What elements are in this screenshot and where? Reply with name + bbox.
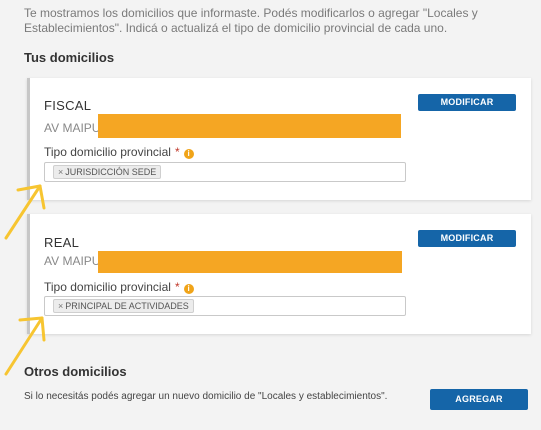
modificar-button[interactable]: MODIFICAR — [418, 94, 516, 111]
card-address: AV MAIPU — [44, 121, 101, 135]
section-title-otros-domicilios: Otros domicilios — [24, 364, 127, 379]
required-mark: * — [174, 280, 180, 294]
redacted-address-block — [98, 251, 402, 273]
info-icon[interactable]: i — [183, 149, 194, 159]
otros-domicilios-description: Si lo necesitás podés agregar un nuevo d… — [24, 391, 388, 402]
address-card-real: REAL AV MAIPU Tipo domicilio provincial *… — [27, 214, 531, 334]
field-label-text: Tipo domicilio provincial — [44, 145, 171, 159]
card-title: FISCAL — [44, 98, 92, 113]
redacted-address-block — [98, 114, 401, 138]
annotation-arrow-icon — [4, 184, 46, 240]
info-icon[interactable]: i — [183, 284, 194, 294]
address-card-fiscal: FISCAL AV MAIPU Tipo domicilio provincia… — [27, 78, 531, 200]
field-label-tipo-domicilio: Tipo domicilio provincial * i — [44, 280, 194, 294]
tag-label: PRINCIPAL DE ACTIVIDADES — [65, 301, 189, 311]
tipo-domicilio-select[interactable]: × JURISDICCIÓN SEDE — [44, 162, 406, 182]
selected-tag: × PRINCIPAL DE ACTIVIDADES — [53, 299, 194, 313]
tag-label: JURISDICCIÓN SEDE — [65, 167, 157, 177]
required-mark: * — [174, 145, 180, 159]
modificar-button[interactable]: MODIFICAR — [418, 230, 516, 247]
field-label-text: Tipo domicilio provincial — [44, 280, 171, 294]
section-title-tus-domicilios: Tus domicilios — [24, 50, 115, 65]
field-label-tipo-domicilio: Tipo domicilio provincial * i — [44, 145, 194, 159]
selected-tag: × JURISDICCIÓN SEDE — [53, 165, 162, 179]
tipo-domicilio-select[interactable]: × PRINCIPAL DE ACTIVIDADES — [44, 296, 406, 316]
agregar-button[interactable]: AGREGAR — [430, 389, 528, 410]
intro-text: Te mostramos los domicilios que informas… — [24, 6, 478, 35]
card-address: AV MAIPU — [44, 254, 101, 268]
